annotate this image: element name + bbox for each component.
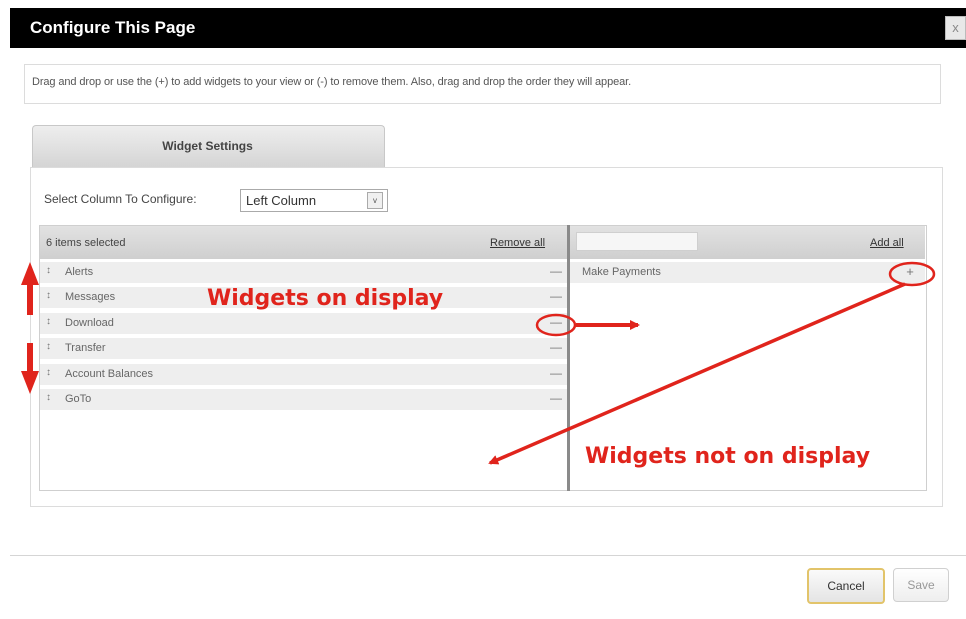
annotation-widgets-on-display: Widgets on display — [207, 286, 444, 311]
annotation-widgets-not-on-display: Widgets not on display — [585, 444, 871, 469]
move-left-arrow — [488, 282, 906, 465]
cancel-button[interactable]: Cancel — [807, 568, 885, 604]
highlight-circle — [888, 261, 936, 287]
reorder-arrow — [21, 262, 39, 394]
highlight-circle — [535, 313, 577, 337]
annotation-overlay — [21, 261, 936, 465]
save-button[interactable]: Save — [893, 568, 949, 602]
footer-divider — [10, 555, 966, 556]
